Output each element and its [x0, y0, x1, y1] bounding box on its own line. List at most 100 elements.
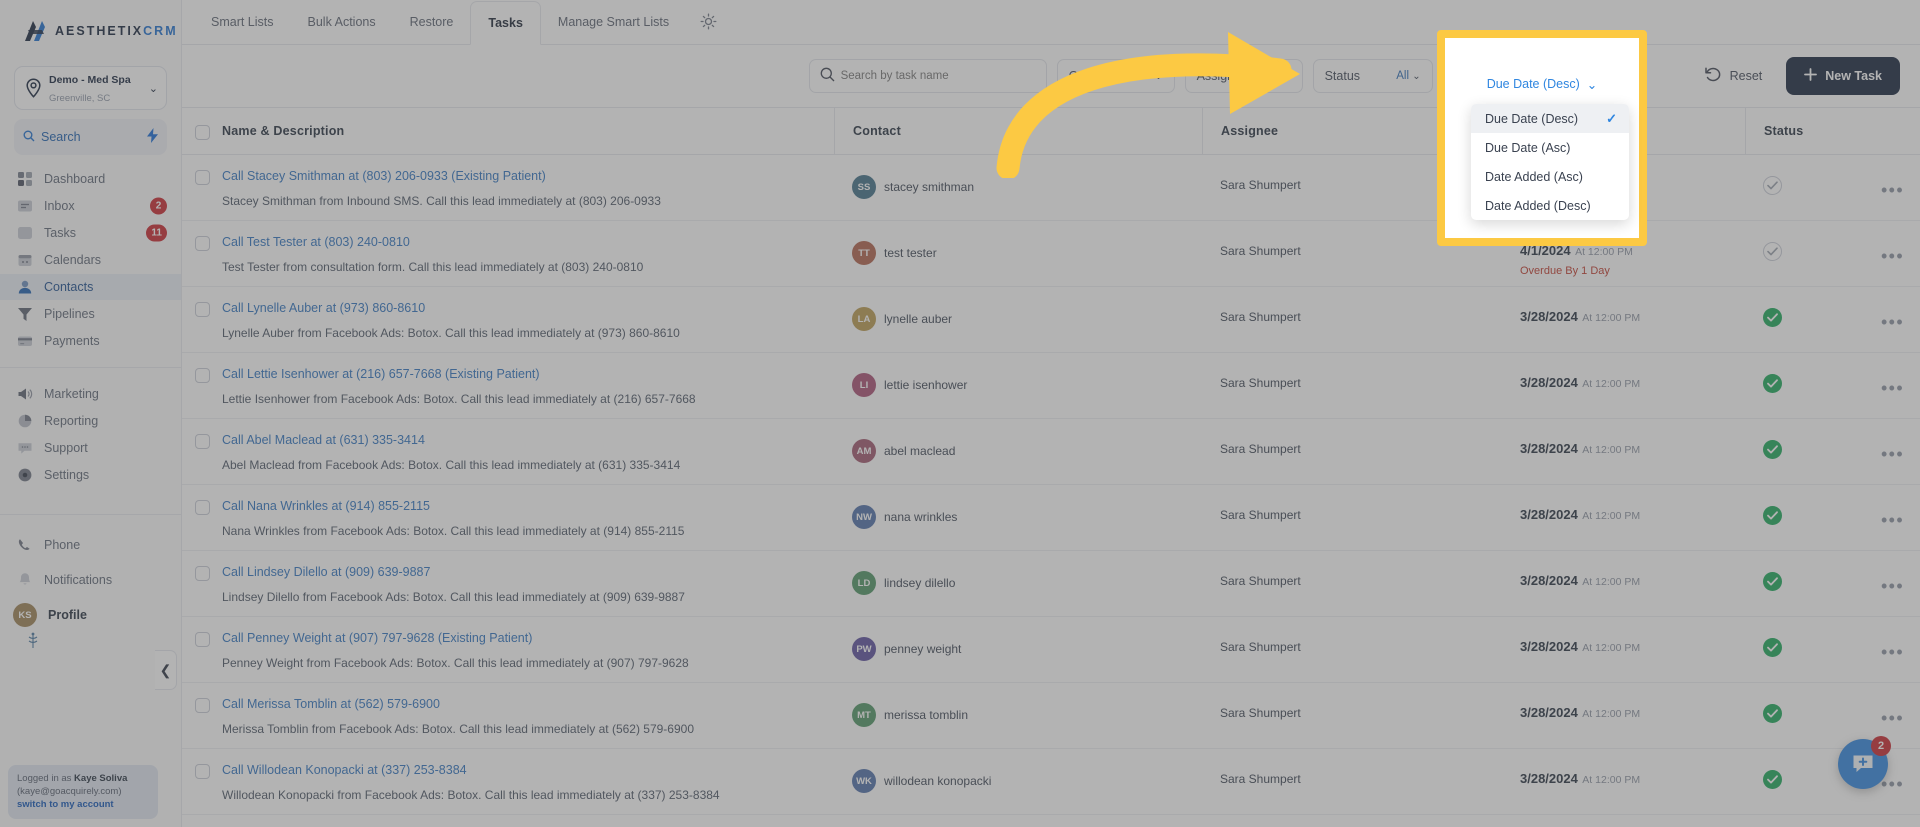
contact-filter-select[interactable]: Contact ⌄ [1056, 59, 1175, 93]
row-checkbox[interactable] [194, 368, 210, 383]
task-title-link[interactable]: Call Nana Wrinkles at (914) 855-2115 [222, 498, 814, 514]
task-title-link[interactable]: Call Stacey Smithman at (803) 206-0933 (… [222, 168, 814, 184]
tab-smart-lists[interactable]: Smart Lists [194, 0, 291, 44]
status-complete-icon[interactable] [1763, 770, 1782, 789]
sidebar-collapse-button[interactable]: ❮ [155, 650, 177, 690]
task-title-link[interactable]: Call Lynelle Auber at (973) 860-8610 [222, 300, 814, 316]
sort-option-date-added-desc[interactable]: Date Added (Desc) [1471, 191, 1629, 220]
contact-name[interactable]: willodean konopacki [884, 774, 991, 788]
sidebar-item-dashboard[interactable]: Dashboard [0, 166, 181, 192]
contact-name[interactable]: lettie isenhower [884, 378, 967, 392]
table-row[interactable]: Call Test Tester at (803) 240-0810 Test T… [182, 221, 1920, 287]
new-task-button[interactable]: New Task [1786, 57, 1900, 95]
row-more-button[interactable]: ••• [1865, 300, 1920, 333]
reset-button[interactable]: Reset [1691, 59, 1777, 93]
status-complete-icon[interactable] [1763, 506, 1782, 525]
tab-manage-smart-lists[interactable]: Manage Smart Lists [541, 0, 686, 44]
status-filter-select[interactable]: Status All ⌄ [1312, 59, 1433, 93]
row-more-button[interactable]: ••• [1865, 696, 1920, 729]
contact-name[interactable]: merissa tomblin [884, 708, 968, 722]
sidebar-item-tasks[interactable]: Tasks 11 [0, 220, 181, 246]
sidebar-item-payments[interactable]: Payments [0, 328, 181, 354]
table-row[interactable]: Call Lindsey Dilello at (909) 639-9887 Li… [182, 551, 1920, 617]
table-row[interactable]: Call Merissa Tomblin at (562) 579-6900 Me… [182, 683, 1920, 749]
contact-name[interactable]: lindsey dilello [884, 576, 955, 590]
status-complete-icon[interactable] [1763, 572, 1782, 591]
tab-restore[interactable]: Restore [393, 0, 471, 44]
sidebar-item-reporting[interactable]: Reporting [0, 408, 181, 434]
contact-name[interactable]: abel maclead [884, 444, 955, 458]
sidebar-item-marketing[interactable]: Marketing [0, 381, 181, 407]
row-checkbox[interactable] [194, 170, 210, 185]
sidebar-item-pipelines[interactable]: Pipelines [0, 301, 181, 327]
contact-name[interactable]: stacey smithman [884, 180, 974, 194]
table-row[interactable]: Call Nana Wrinkles at (914) 855-2115 Nana… [182, 485, 1920, 551]
tab-bulk-actions[interactable]: Bulk Actions [291, 0, 393, 44]
status-complete-icon[interactable] [1763, 308, 1782, 327]
sidebar-item-profile[interactable]: KS Profile [0, 598, 181, 632]
sidebar-item-label: Phone [44, 538, 81, 552]
sidebar-item-notifications[interactable]: Notifications [0, 563, 181, 597]
status-complete-icon[interactable] [1763, 374, 1782, 393]
status-complete-icon[interactable] [1763, 440, 1782, 459]
search-input[interactable] [840, 70, 1036, 82]
task-title-link[interactable]: Call Willodean Konopacki at (337) 253-83… [222, 762, 814, 778]
assignee-filter-select[interactable]: Assignee ⌄ [1184, 59, 1303, 93]
row-more-button[interactable]: ••• [1865, 366, 1920, 399]
task-title-link[interactable]: Call Penney Weight at (907) 797-9628 (Ex… [222, 630, 814, 646]
sidebar-item-support[interactable]: Support [0, 435, 181, 461]
task-title-link[interactable]: Call Test Tester at (803) 240-0810 [222, 234, 814, 250]
table-row[interactable]: Call Stacey Smithman at (803) 206-0933 (… [182, 155, 1920, 221]
row-checkbox[interactable] [194, 434, 210, 449]
sidebar-item-contacts[interactable]: Contacts [0, 274, 181, 300]
sort-by-dropdown-menu[interactable]: Due Date (Desc) ✓ Due Date (Asc) Date Ad… [1471, 104, 1629, 220]
row-more-button[interactable]: ••• [1865, 168, 1920, 201]
row-more-button[interactable]: ••• [1865, 432, 1920, 465]
row-more-button[interactable]: ••• [1865, 234, 1920, 267]
row-more-button[interactable]: ••• [1865, 564, 1920, 597]
sort-option-due-date-asc[interactable]: Due Date (Asc) [1471, 133, 1629, 162]
task-title-link[interactable]: Call Lettie Isenhower at (216) 657-7668 … [222, 366, 814, 382]
sort-by-dropdown-trigger[interactable]: Due Date (Desc) ⌄ [1448, 66, 1636, 102]
contact-name[interactable]: lynelle auber [884, 312, 952, 326]
location-selector[interactable]: Demo - Med Spa Greenville, SC ⌄ [14, 66, 167, 110]
contact-name[interactable]: test tester [884, 246, 937, 260]
select-all-checkbox[interactable] [194, 124, 210, 140]
switch-account-link[interactable]: switch to my account [17, 798, 149, 812]
status-open-icon[interactable] [1763, 176, 1782, 195]
status-complete-icon[interactable] [1763, 704, 1782, 723]
sort-option-date-added-asc[interactable]: Date Added (Asc) [1471, 162, 1629, 191]
contact-name[interactable]: nana wrinkles [884, 510, 957, 524]
sidebar-search[interactable]: Search [14, 119, 167, 155]
table-row[interactable]: Call Abel Maclead at (631) 335-3414 Abel … [182, 419, 1920, 485]
tab-settings-gear-button[interactable] [686, 0, 731, 44]
table-row[interactable]: Call Willodean Konopacki at (337) 253-83… [182, 749, 1920, 815]
table-row[interactable]: Call Penney Weight at (907) 797-9628 (Ex… [182, 617, 1920, 683]
sidebar-item-inbox[interactable]: Inbox 2 [0, 193, 181, 219]
sort-option-due-date-desc[interactable]: Due Date (Desc) ✓ [1471, 104, 1629, 133]
help-fab-button[interactable]: 2 [1838, 736, 1891, 789]
row-checkbox[interactable] [194, 302, 210, 317]
search-task-field[interactable] [808, 59, 1047, 93]
main-content: Smart Lists Bulk Actions Restore Tasks M… [182, 0, 1920, 827]
task-title-link[interactable]: Call Lindsey Dilello at (909) 639-9887 [222, 564, 814, 580]
sidebar-item-phone[interactable]: Phone [0, 528, 181, 562]
tab-tasks[interactable]: Tasks [470, 1, 541, 45]
task-title-link[interactable]: Call Abel Maclead at (631) 335-3414 [222, 432, 814, 448]
row-checkbox[interactable] [194, 764, 210, 779]
status-open-icon[interactable] [1763, 242, 1782, 261]
status-complete-icon[interactable] [1763, 638, 1782, 657]
contact-name[interactable]: penney weight [884, 642, 961, 656]
row-more-button[interactable]: ••• [1865, 498, 1920, 531]
sidebar-item-calendars[interactable]: Calendars [0, 247, 181, 273]
task-title-link[interactable]: Call Merissa Tomblin at (562) 579-6900 [222, 696, 814, 712]
row-checkbox[interactable] [194, 632, 210, 647]
row-checkbox[interactable] [194, 500, 210, 515]
row-checkbox[interactable] [194, 698, 210, 713]
table-row[interactable]: Call Lettie Isenhower at (216) 657-7668 … [182, 353, 1920, 419]
row-checkbox[interactable] [194, 566, 210, 581]
sidebar-item-settings[interactable]: Settings [0, 462, 181, 488]
row-checkbox[interactable] [194, 236, 210, 251]
row-more-button[interactable]: ••• [1865, 630, 1920, 663]
table-row[interactable]: Call Lynelle Auber at (973) 860-8610 Lyne… [182, 287, 1920, 353]
